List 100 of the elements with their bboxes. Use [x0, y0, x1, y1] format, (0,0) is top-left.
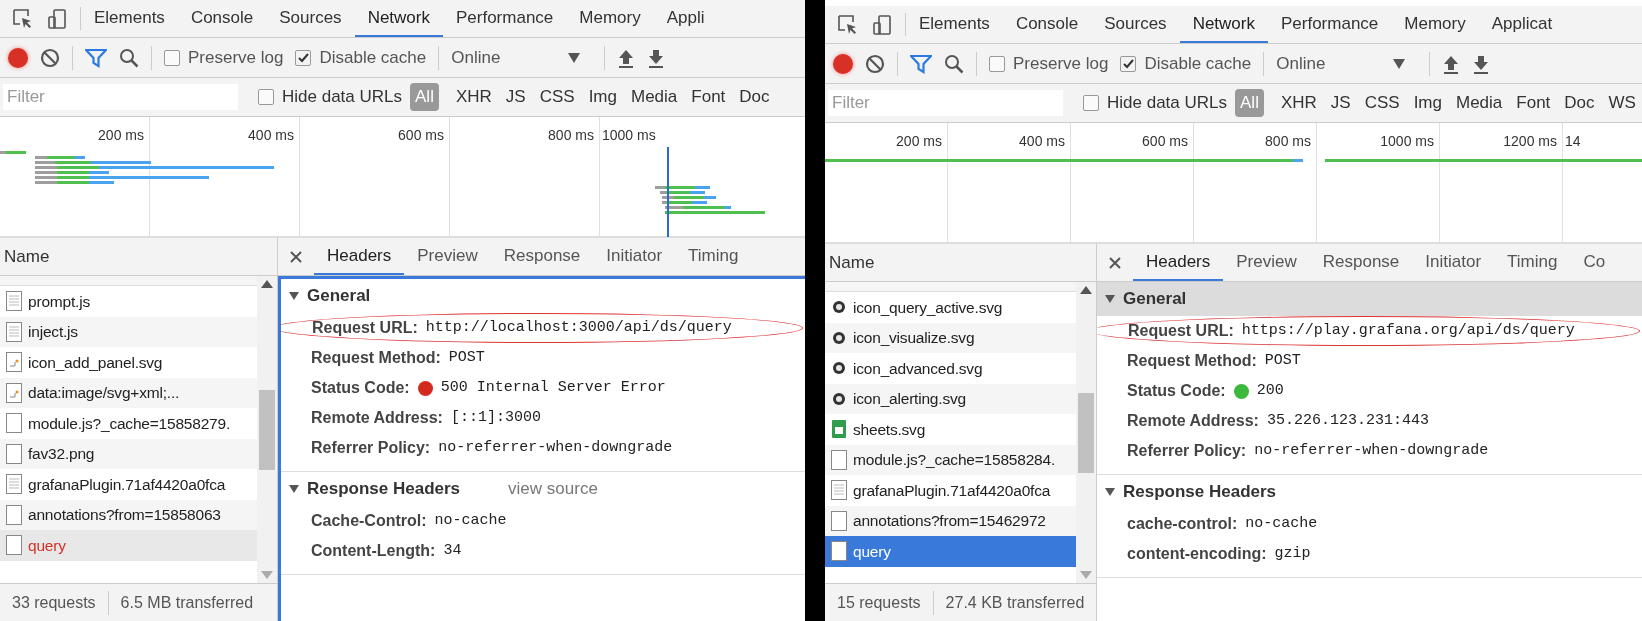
section-header[interactable]: Response Headers view source — [281, 472, 805, 506]
clear-icon[interactable] — [40, 47, 60, 68]
checkbox[interactable] — [989, 55, 1005, 72]
blank-file-icon — [6, 443, 22, 464]
panel-tab[interactable]: Appli — [653, 0, 718, 37]
filter-icon[interactable] — [910, 53, 932, 74]
request-row[interactable]: annotations?from=15462972 — [825, 505, 1076, 536]
checkbox[interactable] — [164, 49, 180, 66]
inspect-cursor-icon[interactable] — [837, 13, 859, 36]
request-name: icon_alerting.svg — [853, 389, 966, 410]
image-file-icon — [6, 352, 22, 373]
record-button[interactable] — [8, 47, 28, 68]
detail-tab[interactable]: Co — [1570, 244, 1619, 281]
request-row[interactable]: icon_visualize.svg — [825, 322, 1076, 353]
request-name: data:image/svg+xml;... — [28, 383, 180, 404]
header-value: POST — [448, 347, 485, 368]
detail-tab[interactable]: Headers — [314, 238, 405, 275]
checkbox[interactable] — [1120, 55, 1137, 72]
filter-field[interactable]: Filter — [828, 90, 1063, 116]
panel-tab[interactable]: Sources — [1091, 6, 1180, 43]
throttling-select[interactable]: Online — [451, 44, 557, 71]
device-toolbar-icon[interactable] — [871, 13, 893, 36]
request-row[interactable]: fav32.png — [0, 438, 257, 469]
panel-tab[interactable]: Console — [1002, 6, 1092, 43]
time-tick-label: 1000 ms — [1380, 133, 1434, 149]
clear-icon[interactable] — [865, 53, 885, 74]
header-name: Remote Address: — [311, 408, 443, 428]
checkbox[interactable] — [1083, 95, 1099, 111]
type-filter-button[interactable]: WS — [1603, 89, 1641, 117]
device-toolbar-icon[interactable] — [46, 7, 68, 30]
detail-tab[interactable]: Initiator — [593, 238, 676, 275]
blank-file-icon — [831, 449, 847, 470]
detail-tab[interactable]: Initiator — [1412, 244, 1495, 281]
download-icon[interactable] — [1472, 53, 1491, 74]
type-filter-button[interactable]: XHR — [1275, 89, 1322, 117]
checkbox[interactable] — [258, 89, 274, 105]
filter-icon[interactable] — [85, 47, 107, 68]
type-filter-button[interactable]: Img — [1408, 89, 1447, 117]
record-button[interactable] — [833, 53, 853, 74]
section-header[interactable]: Response Headers — [1097, 475, 1642, 509]
detail-tab[interactable]: Timing — [675, 238, 752, 275]
detail-tab[interactable]: Timing — [1494, 244, 1571, 281]
panel-tab[interactable]: Memory — [1391, 6, 1479, 43]
type-filter-button[interactable]: Doc — [734, 83, 775, 111]
search-icon[interactable] — [119, 47, 139, 68]
detail-tab[interactable]: Preview — [1223, 244, 1310, 281]
type-filter-button[interactable]: Media — [1451, 89, 1508, 117]
panel-tab[interactable]: Elements — [81, 0, 178, 37]
panel-tab[interactable]: Performance — [443, 0, 567, 37]
time-tick-label: 400 ms — [248, 127, 294, 143]
type-filter-button[interactable]: Img — [583, 83, 622, 111]
scrollbar[interactable] — [1076, 282, 1096, 583]
type-filter-button[interactable]: JS — [500, 83, 531, 111]
detail-tab[interactable]: Response — [490, 238, 594, 275]
filter-field[interactable]: Filter — [3, 84, 238, 110]
detail-tab[interactable]: Response — [1309, 244, 1413, 281]
header-value: no-referrer-when-downgrade — [438, 437, 673, 458]
search-icon[interactable] — [944, 53, 964, 74]
column-header[interactable]: Name — [829, 249, 875, 276]
checkbox[interactable] — [295, 49, 312, 66]
type-filter-button[interactable]: Font — [686, 83, 731, 111]
detail-tab[interactable]: Preview — [404, 238, 491, 275]
panel-tab[interactable]: Elements — [906, 6, 1003, 43]
scrollbar-thumb[interactable] — [1078, 392, 1094, 473]
caret-icon — [289, 484, 299, 494]
section-header[interactable]: General — [1097, 282, 1642, 316]
request-row[interactable]: query — [0, 530, 257, 561]
type-filter-button[interactable]: Doc — [1559, 89, 1600, 117]
header-name: Referrer Policy: — [1127, 441, 1247, 461]
request-row[interactable]: icon_alerting.svg — [825, 383, 1076, 414]
throttling-select[interactable]: Online — [1276, 50, 1382, 77]
request-row[interactable]: inject.js — [0, 316, 257, 347]
view-source-link[interactable]: view source — [508, 476, 598, 502]
request-name: icon_add_panel.svg — [28, 352, 163, 373]
type-filter-button[interactable]: JS — [1325, 89, 1356, 117]
section-header[interactable]: General — [281, 279, 805, 313]
panel-tab[interactable]: Applicat — [1478, 6, 1566, 43]
panel-tab[interactable]: Memory — [566, 0, 654, 37]
panel-tab[interactable]: Sources — [266, 0, 355, 37]
inspect-cursor-icon[interactable] — [12, 7, 34, 30]
type-filter-button[interactable]: CSS — [534, 83, 580, 111]
scroll-up-icon[interactable] — [261, 280, 273, 288]
scroll-up-icon[interactable] — [1080, 286, 1092, 294]
scrollbar-thumb[interactable] — [259, 389, 275, 470]
type-filter-button[interactable]: Media — [626, 83, 683, 111]
panel-tab[interactable]: Console — [177, 0, 267, 37]
request-row[interactable]: annotations?from=15858063 — [0, 499, 257, 530]
header-value: POST — [1264, 350, 1301, 371]
column-header[interactable]: Name — [4, 243, 50, 270]
request-row[interactable]: data:image/svg+xml;... — [0, 377, 257, 408]
request-row[interactable]: module.js?_cache=15858284. — [825, 444, 1076, 475]
type-filter-button[interactable]: XHR — [450, 83, 497, 111]
type-filter-button[interactable]: CSS — [1359, 89, 1405, 117]
image-file-icon — [6, 382, 22, 403]
type-filter-button[interactable]: Font — [1511, 89, 1556, 117]
checkbox-label: Hide data URLs — [1107, 92, 1227, 115]
download-icon[interactable] — [647, 47, 666, 68]
panel-tab[interactable]: Performance — [1268, 6, 1392, 43]
scrollbar[interactable] — [257, 276, 277, 583]
request-row[interactable]: query — [825, 536, 1076, 567]
